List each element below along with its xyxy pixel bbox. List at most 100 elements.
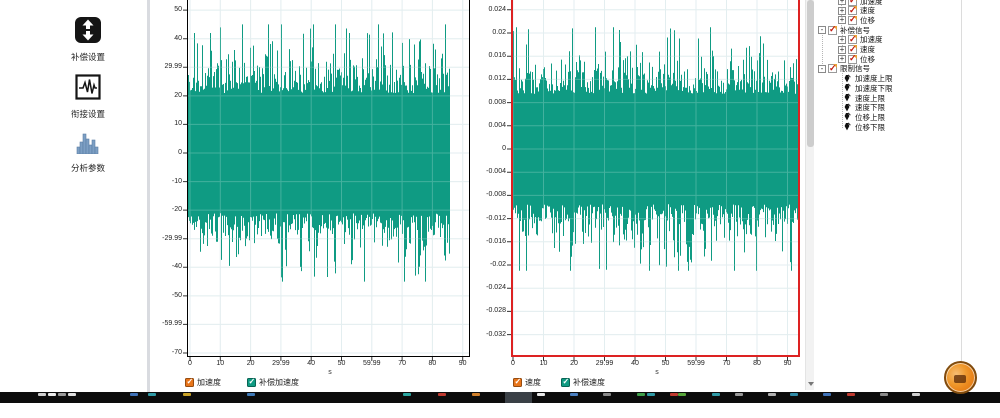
app-window: 补偿设置衔接设置分析参数 504029.9920100-10-20-29.99-… xyxy=(0,0,1000,418)
taskbar-app-icon[interactable] xyxy=(403,393,411,396)
y-tick-label: -0.024 xyxy=(466,284,506,292)
y-tick-label: 0.02 xyxy=(466,29,506,37)
tree-expander-icon[interactable]: + xyxy=(838,16,846,24)
taskbar-app-icon[interactable] xyxy=(183,393,191,396)
overlay-glyph-icon xyxy=(954,375,966,383)
x-tick-label: 90 xyxy=(773,360,803,368)
tree-checkbox[interactable]: ✓ xyxy=(848,55,857,64)
y-tick-label: 0.008 xyxy=(466,99,506,107)
y-tick-label: 29.99 xyxy=(142,63,182,71)
taskbar-app-icon[interactable] xyxy=(768,393,776,396)
legend-label: 加速度 xyxy=(197,377,221,388)
legend-label: 补偿加速度 xyxy=(259,377,299,388)
taskbar-app-icon[interactable] xyxy=(603,393,611,396)
y-tick-label: -0.008 xyxy=(466,191,506,199)
y-tick-label: -10 xyxy=(142,178,182,186)
tool-label: 衔接设置 xyxy=(71,108,105,120)
taskbar-app-icon[interactable] xyxy=(847,393,855,396)
chart-velocity-plot[interactable] xyxy=(507,0,804,362)
red-check-icon: ✓ xyxy=(829,24,837,35)
updown-arrows-icon xyxy=(75,17,101,48)
y-tick-label: 0.024 xyxy=(466,6,506,14)
check-icon: ✓ xyxy=(563,377,570,386)
scrollbar-thumb[interactable] xyxy=(807,0,814,147)
tool-link-settings[interactable]: 衔接设置 xyxy=(46,74,130,120)
y-tick-label: 50 xyxy=(142,6,182,14)
taskbar-app-icon[interactable] xyxy=(712,393,720,396)
tree-expander-icon[interactable]: + xyxy=(838,55,846,63)
x-tick-label: 59.99 xyxy=(357,360,387,368)
taskbar-app-icon[interactable] xyxy=(880,393,888,396)
y-tick-label: -0.02 xyxy=(466,261,506,269)
tree-item[interactable]: 位移下限 xyxy=(843,122,885,132)
y-tick-label: -50 xyxy=(142,292,182,300)
taskbar-app-icon[interactable] xyxy=(247,393,255,396)
tree-expander-icon[interactable]: + xyxy=(838,7,846,15)
tree-checkbox[interactable]: ✓ xyxy=(828,64,837,73)
taskbar-app-icon[interactable] xyxy=(58,393,66,396)
x-tick-label: 80 xyxy=(417,360,447,368)
y-tick-label: -0.028 xyxy=(466,307,506,315)
x-tick-label: 59.99 xyxy=(681,360,711,368)
taskbar-app-icon[interactable] xyxy=(38,393,46,396)
taskbar-app-icon[interactable] xyxy=(472,393,480,396)
taskbar-app-icon[interactable] xyxy=(735,393,743,396)
legend-checkbox[interactable]: ✓ xyxy=(513,378,522,387)
taskbar-app-icon[interactable] xyxy=(570,393,578,396)
legend-checkbox[interactable]: ✓ xyxy=(247,378,256,387)
taskbar-app-icon[interactable] xyxy=(790,393,798,396)
x-tick-label: 50 xyxy=(651,360,681,368)
vertical-scrollbar[interactable] xyxy=(805,0,814,390)
toolbar-sidebar: 补偿设置衔接设置分析参数 xyxy=(0,0,147,392)
legend-checkbox[interactable]: ✓ xyxy=(185,378,194,387)
x-tick-label: 50 xyxy=(327,360,357,368)
tree-expander-icon[interactable]: + xyxy=(838,0,846,5)
tool-label: 补偿设置 xyxy=(71,51,105,63)
taskbar-app-icon[interactable] xyxy=(670,393,678,396)
taskbar-app-icon[interactable] xyxy=(537,393,545,396)
taskbar-app-icon[interactable] xyxy=(438,393,446,396)
taskbar-app-icon[interactable] xyxy=(68,393,76,396)
legend-checkbox[interactable]: ✓ xyxy=(561,378,570,387)
y-tick-label: -70 xyxy=(142,349,182,357)
tree-expander-icon[interactable]: + xyxy=(838,36,846,44)
tool-analysis-params[interactable]: 分析参数 xyxy=(46,130,130,174)
taskbar-app-icon[interactable] xyxy=(48,393,56,396)
tree-expander-icon[interactable]: - xyxy=(818,26,826,34)
taskbar-app-icon[interactable] xyxy=(678,393,686,396)
x-axis-label: s xyxy=(320,369,340,376)
tree-checkbox[interactable]: ✓ xyxy=(848,16,857,25)
x-tick-label: 90 xyxy=(448,360,478,368)
y-tick-label: -40 xyxy=(142,263,182,271)
y-tick-label: -29.99 xyxy=(142,235,182,243)
red-check-icon: ✓ xyxy=(829,63,837,74)
legend-item: ✓速度 xyxy=(513,377,541,387)
x-tick-label: 20 xyxy=(559,360,589,368)
tree-checkbox[interactable]: ✓ xyxy=(828,26,837,35)
chevron-down-icon xyxy=(808,382,814,386)
x-tick-label: 70 xyxy=(712,360,742,368)
taskbar-app-icon[interactable] xyxy=(823,393,831,396)
y-tick-label: -20 xyxy=(142,206,182,214)
legend-item: ✓加速度 xyxy=(185,377,221,387)
taskbar-app-icon[interactable] xyxy=(637,393,645,396)
x-axis-label: s xyxy=(647,369,667,376)
taskbar-app-icon[interactable] xyxy=(912,393,920,396)
y-tick-label: -0.012 xyxy=(466,215,506,223)
x-tick-label: 10 xyxy=(205,360,235,368)
taskbar-app-icon[interactable] xyxy=(505,392,532,403)
tree-expander-icon[interactable]: + xyxy=(838,46,846,54)
tool-compensation-settings[interactable]: 补偿设置 xyxy=(46,17,130,63)
taskbar xyxy=(0,392,1000,403)
chart-acceleration-plot[interactable] xyxy=(183,0,474,362)
x-tick-label: 0 xyxy=(498,360,528,368)
taskbar-app-icon[interactable] xyxy=(130,393,138,396)
histogram-icon xyxy=(74,130,102,159)
taskbar-app-icon[interactable] xyxy=(148,393,156,396)
y-tick-label: 0.004 xyxy=(466,122,506,130)
x-tick-label: 40 xyxy=(296,360,326,368)
taskbar-app-icon[interactable] xyxy=(647,393,655,396)
floating-overlay-button[interactable] xyxy=(944,361,977,394)
x-tick-label: 29.99 xyxy=(266,360,296,368)
tree-expander-icon[interactable]: - xyxy=(818,65,826,73)
